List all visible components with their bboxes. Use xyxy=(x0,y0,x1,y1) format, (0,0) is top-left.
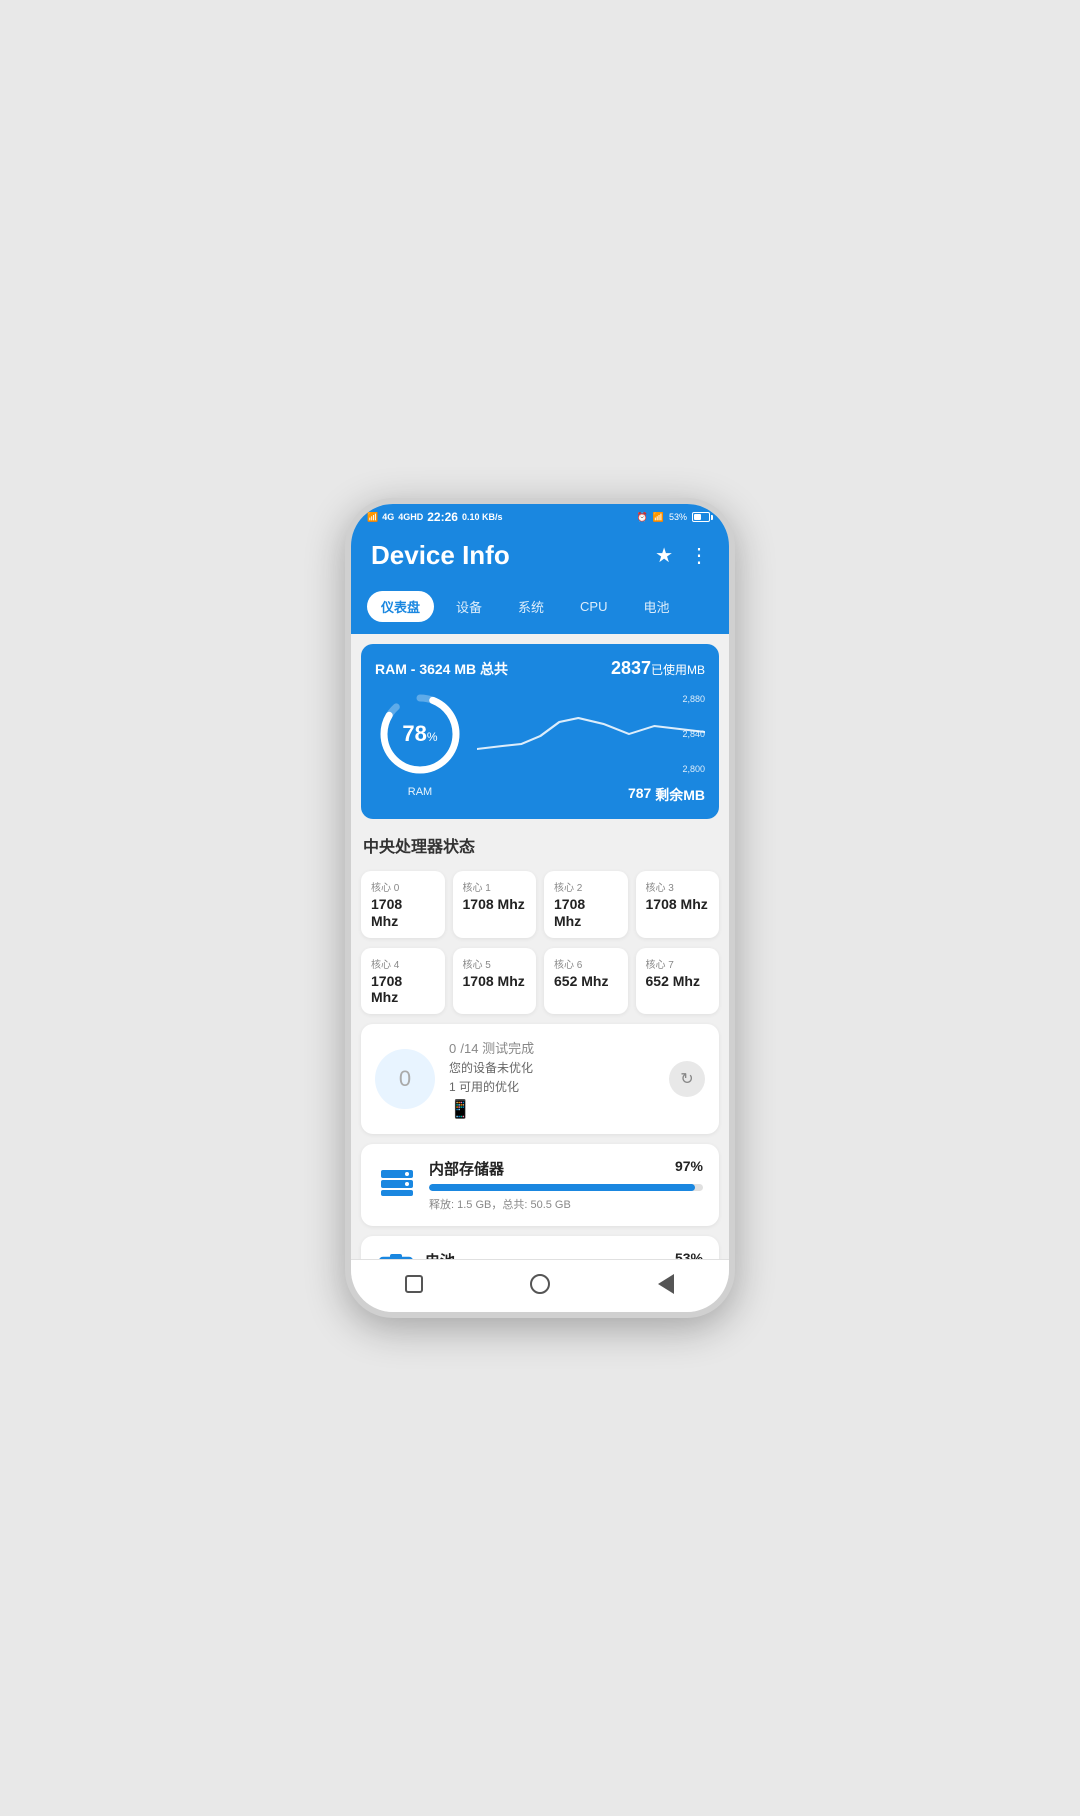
storage-row: 内部存储器 97% 释放: 1.5 GB，总共: 50.5 GB xyxy=(377,1158,703,1212)
network-hd: 4GHD xyxy=(398,512,423,522)
ram-body: 78% RAM 2,880 2,840 2,800 xyxy=(375,689,705,779)
ram-header: RAM - 3624 MB 总共 2837已使用MB xyxy=(375,658,705,679)
cpu-core-6: 核心 6 652 Mhz xyxy=(544,948,628,1015)
battery-pct: 53% xyxy=(669,512,687,522)
home-icon xyxy=(530,1274,550,1294)
optimization-card: 0 0 /14 测试完成 您的设备未优化 1 可用的优化 📱 ↻ xyxy=(361,1024,719,1134)
cpu-section-title: 中央处理器状态 xyxy=(361,829,719,861)
cpu-core-4: 核心 4 1708Mhz xyxy=(361,948,445,1015)
network-type: 4G xyxy=(382,512,394,522)
cpu-core-5: 核心 5 1708 Mhz xyxy=(453,948,537,1015)
tab-dashboard[interactable]: 仪表盘 xyxy=(367,591,434,622)
refresh-button[interactable]: ↻ xyxy=(669,1061,705,1097)
storage-card: 内部存储器 97% 释放: 1.5 GB，总共: 50.5 GB xyxy=(361,1144,719,1226)
battery-info: 电池 53% 电压: 3684mV，温度: 26 °C xyxy=(425,1250,703,1259)
app-header: Device Info ★ ⋮ xyxy=(351,528,729,583)
signal-icon: 📶 xyxy=(367,512,378,523)
battery-row: 电池 53% 电压: 3684mV，温度: 26 °C xyxy=(377,1250,703,1259)
ram-percent: 78% xyxy=(402,723,437,745)
ram-title: RAM - 3624 MB 总共 xyxy=(375,659,508,679)
alarm-icon: ⏰ xyxy=(637,512,648,523)
battery-icon-large xyxy=(377,1252,413,1259)
home-button[interactable] xyxy=(526,1270,554,1298)
phone-frame: 📶 4G 4GHD 22:26 0.10 KB/s ⏰ 📶 53% Device… xyxy=(345,498,735,1318)
recent-apps-icon xyxy=(405,1275,423,1293)
cpu-grid-row1: 核心 0 1708Mhz 核心 1 1708 Mhz 核心 2 1708Mhz … xyxy=(361,871,719,938)
more-options-icon[interactable]: ⋮ xyxy=(689,543,709,568)
opt-desc2: 1 可用的优化 xyxy=(449,1078,655,1095)
status-right: ⏰ 📶 53% xyxy=(637,512,713,523)
opt-phone-icon: 📱 xyxy=(449,1099,655,1120)
status-bar: 📶 4G 4GHD 22:26 0.10 KB/s ⏰ 📶 53% xyxy=(351,504,729,528)
tab-system[interactable]: 系统 xyxy=(504,591,558,622)
wifi-icon: 📶 xyxy=(653,512,664,523)
battery-indicator xyxy=(692,512,713,522)
recent-apps-button[interactable] xyxy=(400,1270,428,1298)
storage-sub: 释放: 1.5 GB，总共: 50.5 GB xyxy=(429,1196,703,1212)
ram-gauge: 78% RAM xyxy=(375,689,465,779)
storage-info: 内部存储器 97% 释放: 1.5 GB，总共: 50.5 GB xyxy=(429,1158,703,1212)
battery-name: 电池 53% xyxy=(425,1250,703,1259)
speed-display: 0.10 KB/s xyxy=(462,512,503,522)
ram-chart: 2,880 2,840 2,800 xyxy=(477,694,705,774)
storage-fill xyxy=(429,1184,695,1191)
back-icon xyxy=(658,1274,674,1294)
ram-label: RAM xyxy=(375,786,465,798)
cpu-core-3: 核心 3 1708 Mhz xyxy=(636,871,720,938)
bottom-nav xyxy=(351,1259,729,1312)
time-display: 22:26 xyxy=(427,510,458,524)
cpu-core-7: 核心 7 652 Mhz xyxy=(636,948,720,1015)
tab-device[interactable]: 设备 xyxy=(442,591,496,622)
header-icons: ★ ⋮ xyxy=(655,543,709,568)
cpu-core-2: 核心 2 1708Mhz xyxy=(544,871,628,938)
ram-used: 2837已使用MB xyxy=(611,658,705,679)
app-title: Device Info xyxy=(371,540,510,571)
favorite-icon[interactable]: ★ xyxy=(655,543,673,568)
status-left: 📶 4G 4GHD 22:26 0.10 KB/s xyxy=(367,510,502,524)
opt-desc1: 您的设备未优化 xyxy=(449,1059,655,1076)
cpu-core-1: 核心 1 1708 Mhz xyxy=(453,871,537,938)
cpu-core-0: 核心 0 1708Mhz xyxy=(361,871,445,938)
back-button[interactable] xyxy=(652,1270,680,1298)
tab-battery[interactable]: 电池 xyxy=(630,591,684,622)
main-content: RAM - 3624 MB 总共 2837已使用MB 78% xyxy=(351,634,729,1259)
chart-labels: 2,880 2,840 2,800 xyxy=(682,694,705,774)
cpu-grid-row2: 核心 4 1708Mhz 核心 5 1708 Mhz 核心 6 652 Mhz … xyxy=(361,948,719,1015)
battery-card: 电池 53% 电压: 3684mV，温度: 26 °C xyxy=(361,1236,719,1259)
opt-count: 0 /14 测试完成 xyxy=(449,1038,655,1057)
storage-progress xyxy=(429,1184,703,1191)
storage-icon xyxy=(377,1162,417,1209)
ram-card: RAM - 3624 MB 总共 2837已使用MB 78% xyxy=(361,644,719,819)
opt-info: 0 /14 测试完成 您的设备未优化 1 可用的优化 📱 xyxy=(449,1038,655,1120)
storage-name: 内部存储器 97% xyxy=(429,1158,703,1179)
tab-cpu[interactable]: CPU xyxy=(566,593,621,620)
tab-bar: 仪表盘 设备 系统 CPU 电池 xyxy=(351,583,729,634)
opt-score-circle: 0 xyxy=(375,1049,435,1109)
